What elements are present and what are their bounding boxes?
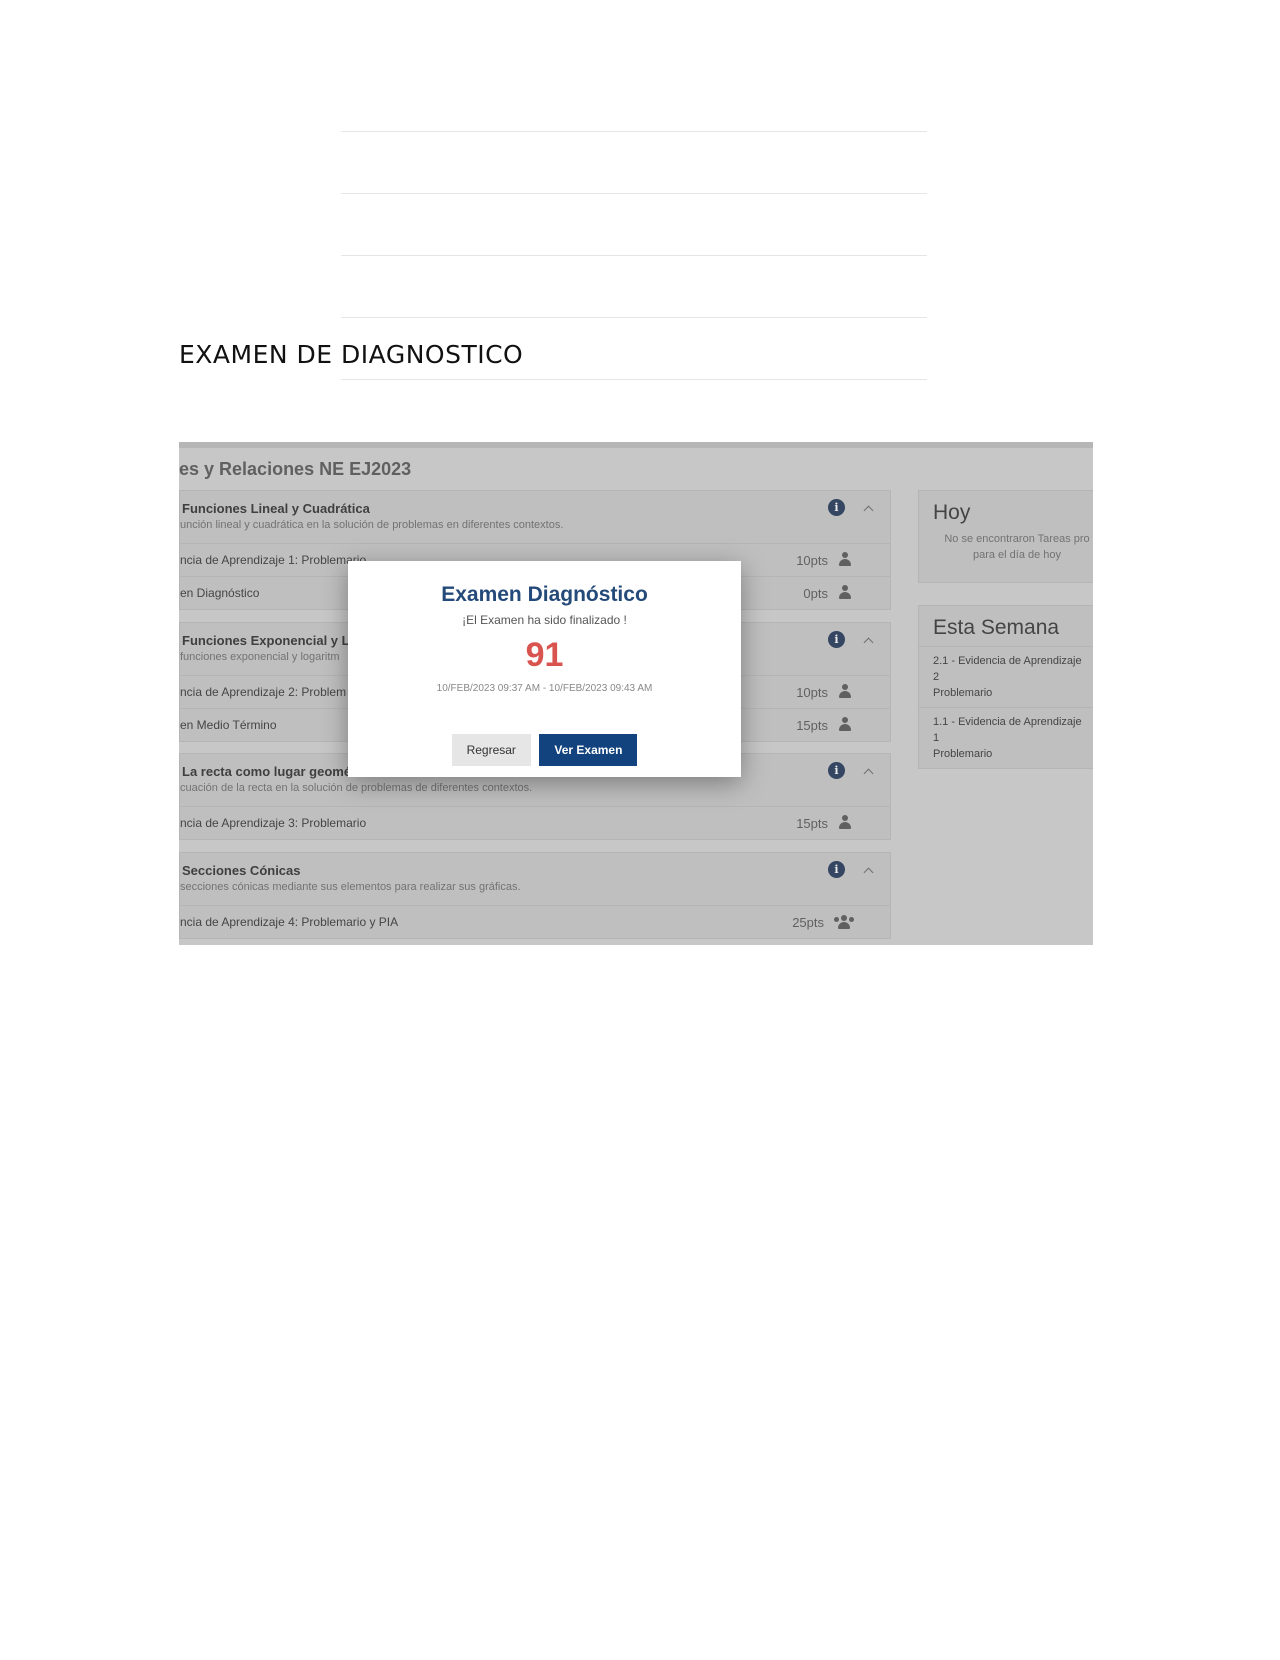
activity-label: en Medio Término (180, 718, 277, 732)
dialog-title: Examen Diagnóstico (441, 583, 648, 606)
unit-title: Secciones Cónicas (182, 863, 301, 878)
exam-result-dialog: Examen Diagnóstico ¡El Examen ha sido fi… (348, 561, 741, 777)
document-heading: EXAMEN DE DIAGNOSTICO (179, 340, 524, 369)
today-empty-line: No se encontraron Tareas pro (944, 533, 1090, 545)
unit-title: Funciones Exponencial y Log (182, 633, 366, 648)
activity-points: 15pts (796, 718, 828, 733)
today-empty-line: para el día de hoy (972, 549, 1062, 561)
unit-panel: Secciones Cónicas secciones cónicas medi… (179, 852, 891, 939)
dialog-actions: Regresar Ver Examen (348, 734, 741, 766)
back-button[interactable]: Regresar (451, 734, 531, 766)
unit-header[interactable]: Funciones Lineal y Cuadrática unción lin… (180, 491, 890, 544)
today-title: Hoy (933, 501, 971, 524)
activity-row[interactable]: ncia de Aprendizaje 3: Problemario 15pts (180, 807, 890, 839)
chevron-up-icon[interactable] (863, 505, 874, 516)
user-icon (838, 815, 852, 830)
week-task-title: 1.1 - Evidencia de Aprendizaje 1 (933, 716, 1082, 744)
week-title: Esta Semana (933, 616, 1060, 639)
activity-label: ncia de Aprendizaje 1: Problemario (180, 553, 367, 567)
activity-points: 10pts (796, 685, 828, 700)
document-rule (341, 131, 927, 132)
unit-description: cuación de la recta en la solución de pr… (180, 782, 533, 794)
view-exam-button[interactable]: Ver Examen (539, 734, 638, 766)
activity-points: 0pts (803, 586, 828, 601)
course-title: es y Relaciones NE EJ2023 (179, 459, 412, 479)
document-rule (341, 255, 927, 256)
unit-description: secciones cónicas mediante sus elementos… (180, 881, 521, 893)
document-rule (341, 193, 927, 194)
document-rule (341, 317, 927, 318)
user-icon (838, 684, 852, 699)
info-icon[interactable]: i (828, 631, 845, 648)
unit-title: Funciones Lineal y Cuadrática (182, 501, 370, 516)
activity-points: 15pts (796, 816, 828, 831)
chevron-up-icon[interactable] (863, 867, 874, 878)
today-card: Hoy No se encontraron Tareas pro para el… (918, 490, 1093, 583)
info-icon[interactable]: i (828, 861, 845, 878)
document-rule (341, 379, 927, 380)
users-icon (834, 915, 854, 929)
week-task-item[interactable]: 2.1 - Evidencia de Aprendizaje 2 Problem… (919, 646, 1093, 707)
activity-row[interactable]: ncia de Aprendizaje 4: Problemario y PIA… (180, 906, 890, 938)
activity-points: 25pts (792, 915, 824, 930)
activity-label: ncia de Aprendizaje 4: Problemario y PIA (180, 915, 399, 929)
dialog-message: ¡El Examen ha sido finalizado ! (462, 613, 627, 627)
unit-title: La recta como lugar geométi (182, 764, 359, 779)
unit-header[interactable]: Secciones Cónicas secciones cónicas medi… (180, 853, 890, 906)
activity-label: ncia de Aprendizaje 3: Problemario (180, 816, 367, 830)
week-task-item[interactable]: 1.1 - Evidencia de Aprendizaje 1 Problem… (919, 707, 1093, 768)
exam-dates: 10/FEB/2023 09:37 AM - 10/FEB/2023 09:43… (436, 683, 653, 694)
info-icon[interactable]: i (828, 499, 845, 516)
app-screenshot: es y Relaciones NE EJ2023 Funciones Line… (179, 442, 1093, 945)
exam-score: 91 (525, 636, 564, 674)
activity-points: 10pts (796, 553, 828, 568)
user-icon (838, 585, 852, 600)
unit-description: unción lineal y cuadrática en la solució… (180, 519, 564, 531)
app-top-bar (179, 442, 1093, 448)
week-task-subtitle: Problemario (933, 748, 993, 760)
today-empty-message: No se encontraron Tareas pro para el día… (919, 531, 1093, 571)
chevron-up-icon[interactable] (863, 637, 874, 648)
week-task-subtitle: Problemario (933, 687, 993, 699)
user-icon (838, 552, 852, 567)
activity-label: en Diagnóstico (180, 586, 260, 600)
chevron-up-icon[interactable] (863, 768, 874, 779)
unit-description: funciones exponencial y logaritm (180, 651, 340, 663)
info-icon[interactable]: i (828, 762, 845, 779)
week-card: Esta Semana 2.1 - Evidencia de Aprendiza… (918, 605, 1093, 769)
week-task-title: 2.1 - Evidencia de Aprendizaje 2 (933, 655, 1082, 683)
activity-label: ncia de Aprendizaje 2: Problem (180, 685, 347, 699)
user-icon (838, 717, 852, 732)
